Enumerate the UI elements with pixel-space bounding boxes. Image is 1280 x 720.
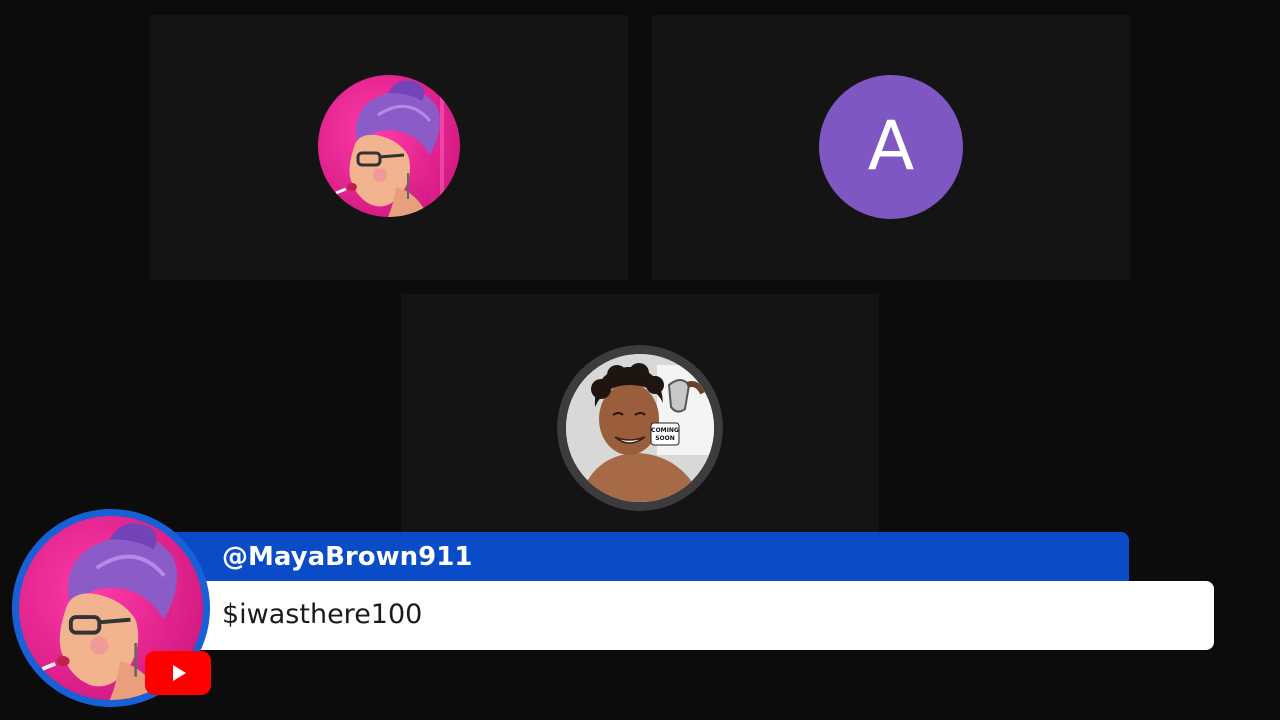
chat-highlight: @MayaBrown911 $iwasthere100 [0,505,1280,720]
chat-message-bar: $iwasthere100 [150,581,1214,650]
participant-tile-2[interactable]: A [652,15,1130,280]
chat-message-text: $iwasthere100 [222,599,423,630]
chat-author-bar: @MayaBrown911 [150,532,1129,586]
youtube-icon [145,651,211,695]
participant-tile-3[interactable]: COMING SOON [401,294,879,534]
woman-purple-hair-avatar-icon [318,75,460,217]
coming-soon-badge-line-2: SOON [655,435,675,442]
participant-tile-1[interactable] [150,15,628,280]
avatar-letter: A [867,107,915,186]
man-smiling-coming-soon-avatar-icon: COMING SOON [557,345,723,511]
call-stage: A COMING SOON @MayaBrown911 $iwasthere10… [0,0,1280,720]
coming-soon-badge-line-1: COMING [651,427,679,434]
chat-author-name: @MayaBrown911 [222,542,473,572]
letter-avatar: A [819,75,963,219]
